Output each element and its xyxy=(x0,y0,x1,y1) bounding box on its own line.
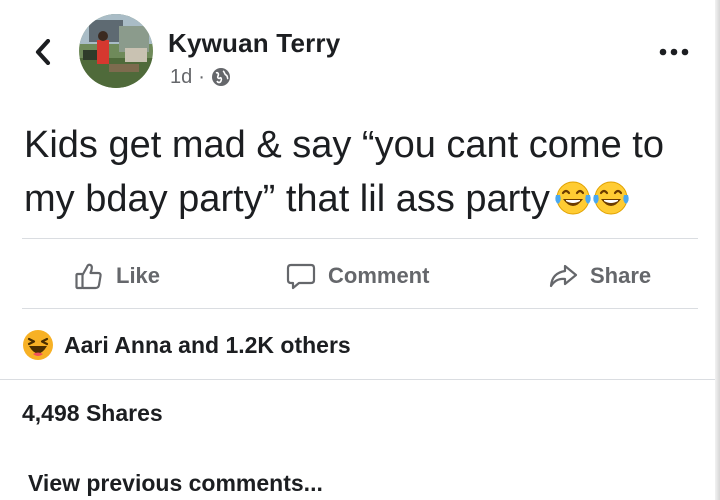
avatar-photo xyxy=(79,14,153,88)
post-text-line-2-text: my bday party” that lil ass party xyxy=(24,178,550,220)
share-icon xyxy=(549,264,578,288)
post-timestamp[interactable]: 1d xyxy=(170,66,192,89)
share-button[interactable]: Share xyxy=(548,258,651,294)
divider-bottom xyxy=(0,379,715,380)
haha-reaction-icon xyxy=(23,330,53,360)
comment-icon xyxy=(286,263,316,290)
face-with-tears-of-joy-icon xyxy=(593,181,629,215)
author-name[interactable]: Kywuan Terry xyxy=(168,28,340,59)
post-text: Kids get mad & say “you cant come to my … xyxy=(24,118,704,232)
more-options-button[interactable] xyxy=(654,40,694,60)
reactions-text: Aari Anna and 1.2K others xyxy=(64,331,351,358)
divider-middle xyxy=(22,308,698,309)
comment-button[interactable]: Comment xyxy=(286,258,429,294)
globe-icon xyxy=(211,68,230,86)
shares-count[interactable]: 4,498 Shares xyxy=(22,400,163,427)
post-text-line-2: my bday party” that lil ass party xyxy=(24,172,704,232)
avatar[interactable] xyxy=(79,14,153,88)
back-button[interactable] xyxy=(30,32,56,72)
laugh-emoji-group xyxy=(554,178,630,232)
share-label: Share xyxy=(590,263,652,288)
face-with-tears-of-joy-icon xyxy=(555,181,591,215)
post-meta: 1d · xyxy=(170,64,231,90)
divider-top xyxy=(22,238,698,239)
like-button[interactable]: Like xyxy=(74,258,160,294)
scroll-edge xyxy=(715,0,720,500)
comment-label: Comment xyxy=(328,263,430,288)
chevron-left-icon xyxy=(35,39,51,65)
more-horizontal-icon xyxy=(659,48,689,56)
like-icon xyxy=(75,263,102,290)
view-previous-comments-link[interactable]: View previous comments... xyxy=(28,470,323,497)
post-text-line-1: Kids get mad & say “you cant come to xyxy=(24,124,664,166)
reactions-summary[interactable]: Aari Anna and 1.2K others xyxy=(22,328,351,362)
meta-separator: · xyxy=(198,65,205,88)
like-label: Like xyxy=(116,263,161,288)
